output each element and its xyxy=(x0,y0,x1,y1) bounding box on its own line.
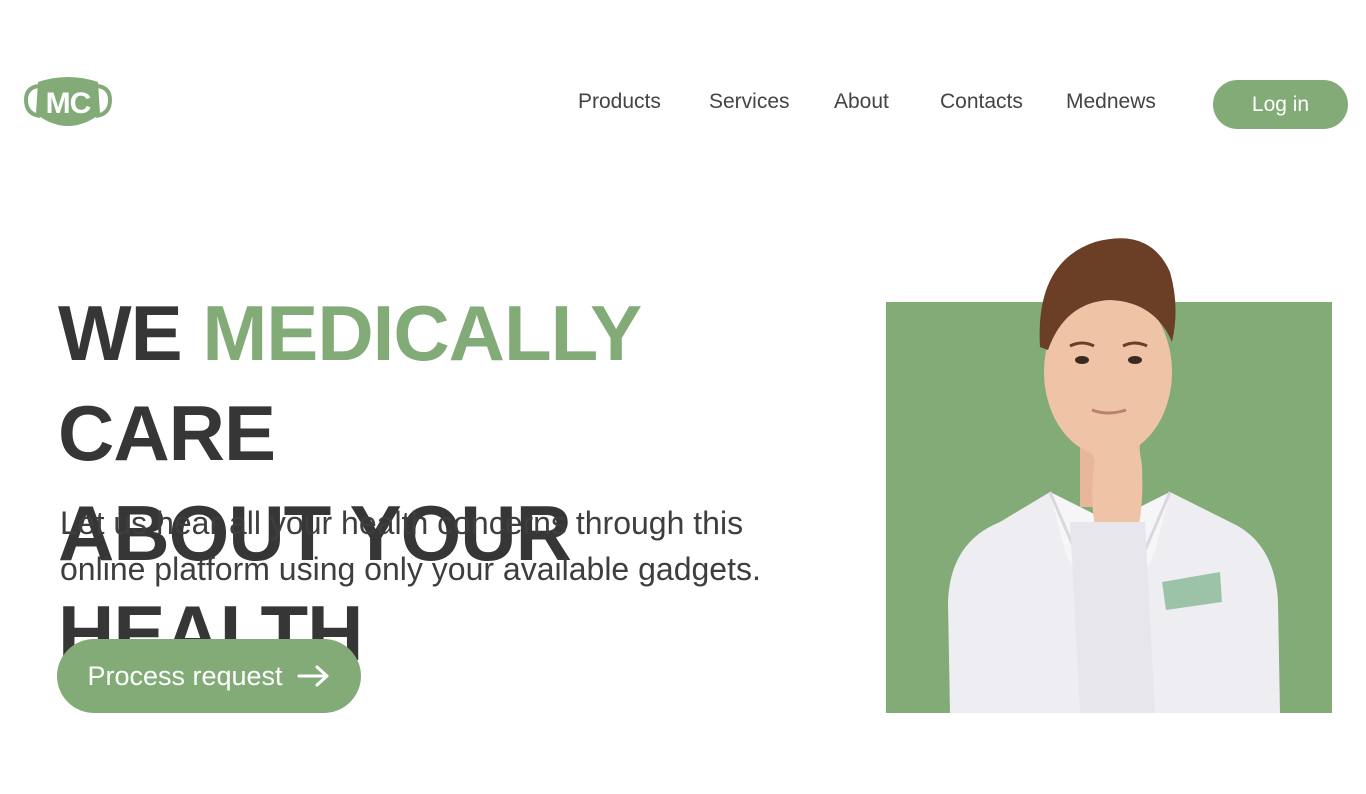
logo-text: MC xyxy=(45,87,92,120)
landing-page: MC Products Services About Contacts Medn… xyxy=(0,0,1366,794)
logo[interactable]: MC xyxy=(24,76,112,132)
process-request-button[interactable]: Process request xyxy=(57,639,361,713)
nav-item-about[interactable]: About xyxy=(834,90,889,114)
nav-item-contacts[interactable]: Contacts xyxy=(940,90,1023,114)
hero-subtext: Let us hear all your health concerns thr… xyxy=(60,505,761,587)
hero-headline: WE MEDICALLY CARE ABOUT YOUR HEALTH xyxy=(58,283,818,683)
nav-item-mednews[interactable]: Mednews xyxy=(1066,90,1156,114)
headline-part2: CARE xyxy=(58,389,276,477)
headline-accent: MEDICALLY xyxy=(202,289,640,377)
login-button[interactable]: Log in xyxy=(1213,80,1348,129)
nav-item-services[interactable]: Services xyxy=(709,90,790,114)
doctor-portrait-image xyxy=(948,238,1280,713)
cta-label: Process request xyxy=(87,660,283,691)
headline-part1: WE xyxy=(58,289,183,377)
arrow-right-icon xyxy=(297,665,329,687)
nav-item-products[interactable]: Products xyxy=(578,90,661,114)
